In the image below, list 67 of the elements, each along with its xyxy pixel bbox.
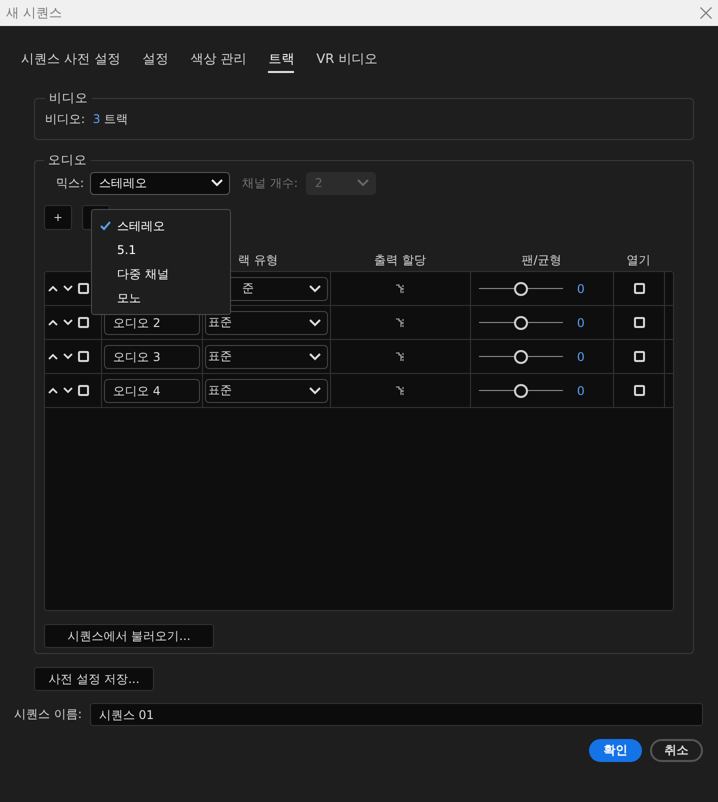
- chevron-up-icon[interactable]: [48, 353, 58, 360]
- pan-value[interactable]: 0: [577, 282, 585, 296]
- chevron-down-icon[interactable]: [63, 285, 73, 292]
- slider-thumb[interactable]: [514, 316, 528, 330]
- tab[interactable]: 설정: [142, 50, 168, 73]
- checkmark-icon: [100, 221, 111, 231]
- checkbox[interactable]: [634, 351, 644, 362]
- chevron-down-icon: [309, 318, 321, 326]
- chevron-down-icon: [309, 386, 321, 394]
- chevron-down-icon[interactable]: [63, 353, 73, 360]
- tab[interactable]: 색상 관리: [190, 50, 246, 73]
- chevron-up-icon[interactable]: [48, 387, 58, 394]
- checkbox[interactable]: [78, 385, 89, 396]
- track-name-field[interactable]: 오디오 3: [104, 344, 200, 368]
- checkbox[interactable]: [634, 317, 644, 328]
- cancel-button[interactable]: 취소: [650, 739, 703, 762]
- chevron-down-icon: [356, 179, 369, 187]
- pan-value[interactable]: 0: [577, 384, 585, 398]
- chevron-down-icon: [309, 352, 321, 360]
- checkbox[interactable]: [634, 283, 644, 294]
- mix-dropdown[interactable]: 스테레오: [90, 172, 230, 194]
- tab[interactable]: 시퀀스 사전 설정: [21, 50, 120, 73]
- sequence-name-field[interactable]: 시퀀스 01: [90, 703, 703, 726]
- window-title: 새 시퀀스: [6, 5, 62, 22]
- checkbox[interactable]: [78, 283, 89, 294]
- track-unit: 트랙: [104, 112, 128, 126]
- channel-count-label: 채널 개수:: [242, 174, 298, 192]
- menu-item[interactable]: 5.1: [92, 238, 230, 262]
- chevron-down-icon[interactable]: [63, 387, 73, 394]
- tab[interactable]: VR 비디오: [316, 50, 378, 73]
- add-button[interactable]: +: [44, 205, 72, 230]
- sequence-name-label: 시퀀스 이름:: [14, 706, 82, 723]
- pan-value[interactable]: 0: [577, 316, 585, 330]
- import-button[interactable]: 시퀀스에서 불러오기...: [44, 624, 214, 648]
- slider-thumb[interactable]: [514, 350, 528, 364]
- routing-icon[interactable]: [396, 386, 406, 395]
- menu-item[interactable]: 스테레오: [92, 214, 230, 238]
- routing-icon[interactable]: [396, 284, 406, 293]
- group-title: 비디오: [48, 90, 89, 107]
- chevron-down-icon: [211, 179, 224, 187]
- slider-thumb[interactable]: [514, 282, 528, 296]
- track-type-select[interactable]: 표준: [205, 344, 328, 368]
- column-header: 랙 유형: [237, 252, 279, 268]
- group-title: 오디오: [47, 152, 88, 169]
- column-header: 열기: [626, 252, 652, 268]
- track-name-field[interactable]: 오디오 4: [104, 378, 200, 402]
- column-header: 팬/균형: [520, 252, 563, 268]
- routing-icon[interactable]: [396, 318, 406, 327]
- checkbox[interactable]: [78, 317, 89, 328]
- checkbox[interactable]: [634, 385, 644, 396]
- chevron-up-icon[interactable]: [48, 319, 58, 326]
- column-header: 출력 할당: [373, 252, 427, 268]
- slider-thumb[interactable]: [514, 384, 528, 398]
- close-icon[interactable]: [700, 7, 712, 19]
- chevron-down-icon: [309, 284, 321, 292]
- routing-icon[interactable]: [396, 352, 406, 361]
- track-type-select[interactable]: 표준: [205, 378, 328, 402]
- chevron-up-icon[interactable]: [48, 285, 58, 292]
- mix-label: 믹스:: [56, 174, 84, 192]
- video-label: 비디오:: [45, 112, 86, 126]
- checkbox[interactable]: [78, 351, 89, 362]
- save-preset-button[interactable]: 사전 설정 저장...: [34, 667, 154, 691]
- pan-value[interactable]: 0: [577, 350, 585, 364]
- tab[interactable]: 트랙: [268, 50, 294, 73]
- track-count[interactable]: 3: [92, 112, 100, 126]
- chevron-down-icon[interactable]: [63, 319, 73, 326]
- confirm-button[interactable]: 확인: [589, 739, 642, 762]
